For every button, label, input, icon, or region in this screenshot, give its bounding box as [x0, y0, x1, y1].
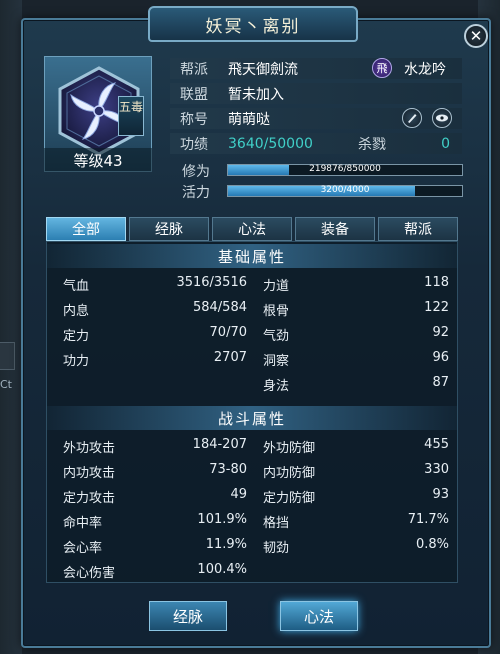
alliance-value: 暂未加入	[228, 86, 284, 103]
tab-equipment[interactable]: 装备	[295, 217, 375, 241]
alliance-row: 联盟 暂未加入	[170, 83, 462, 104]
merit-row: 功绩 3640/50000 杀戮 0	[170, 133, 462, 154]
cultivation-label: 修为	[182, 164, 210, 180]
attributes-content: 基础属性 气血 3516/3516 内息 584/584 定力 70/70 功力…	[46, 241, 458, 583]
stat-value: 87	[432, 375, 449, 390]
stat-value: 96	[432, 350, 449, 365]
vitality-bar: 3200/4000	[227, 185, 463, 197]
school-badge: 五毒	[118, 96, 144, 136]
title-label: 称号	[180, 111, 208, 128]
mind-skills-button[interactable]: 心法	[280, 601, 358, 631]
combat-attributes-title: 战斗属性	[47, 406, 457, 430]
title-value: 萌萌哒	[228, 111, 270, 128]
stat-name: 气血	[63, 279, 90, 294]
guild-label: 帮派	[180, 61, 208, 78]
merit-label: 功绩	[180, 136, 208, 153]
kill-value: 0	[441, 135, 450, 152]
stat-value: 122	[424, 300, 449, 315]
guild-row: 帮派 飛天御劍流 水龙吟	[170, 58, 462, 79]
meridians-button[interactable]: 经脉	[149, 601, 227, 631]
background-left-edge	[0, 0, 22, 654]
stat-name: 洞察	[263, 354, 290, 369]
stat-value: 0.8%	[415, 537, 449, 552]
stat-value: 93	[432, 487, 449, 502]
tab-all[interactable]: 全部	[46, 217, 126, 241]
stat-value: 455	[424, 437, 449, 452]
stat-value: 330	[424, 462, 449, 477]
guild-extra-value: 水龙吟	[404, 61, 446, 78]
eye-icon	[436, 114, 448, 122]
stat-name: 定力攻击	[63, 491, 116, 506]
stat-value: 2707	[213, 350, 247, 365]
stat-value: 73-80	[209, 462, 247, 477]
background-widget	[0, 342, 15, 370]
stat-name: 力道	[263, 279, 290, 294]
stat-name: 命中率	[63, 516, 103, 531]
window-title: 妖冥丶离别	[148, 6, 358, 42]
stat-value: 118	[424, 275, 449, 290]
stat-name: 韧劲	[263, 541, 290, 556]
kill-label: 杀戮	[358, 136, 386, 153]
stat-value: 11.9%	[205, 537, 247, 552]
stat-name: 功力	[63, 354, 90, 369]
faction-icon: 飛	[372, 58, 392, 78]
level-label: 等级43	[44, 148, 152, 172]
stat-value: 70/70	[209, 325, 247, 340]
tab-bar: 全部 经脉 心法 装备 帮派	[46, 217, 458, 241]
stat-name: 气劲	[263, 329, 290, 344]
background-text: Ct	[0, 378, 12, 391]
guild-value: 飛天御劍流	[228, 61, 298, 78]
stat-name: 内功防御	[263, 466, 316, 481]
stat-name: 定力防御	[263, 491, 316, 506]
stat-name: 外功防御	[263, 441, 316, 456]
cultivation-bar: 219876/850000	[227, 164, 463, 176]
stat-name: 身法	[263, 379, 290, 394]
stat-value: 184-207	[192, 437, 247, 452]
title-list-button[interactable]	[432, 108, 452, 128]
basic-attributes-title: 基础属性	[47, 244, 457, 268]
stat-value: 100.4%	[197, 562, 247, 577]
stat-name: 外功攻击	[63, 441, 116, 456]
stat-name: 根骨	[263, 304, 290, 319]
close-icon: ✕	[469, 26, 483, 45]
stat-value: 584/584	[192, 300, 247, 315]
alliance-label: 联盟	[180, 86, 208, 103]
pen-icon	[408, 114, 417, 123]
cultivation-value: 219876/850000	[309, 164, 381, 174]
vitality-value: 3200/4000	[320, 185, 370, 195]
stat-value: 71.7%	[407, 512, 449, 527]
stat-value: 49	[230, 487, 247, 502]
stat-name: 会心率	[63, 541, 103, 556]
edit-title-button[interactable]	[402, 108, 422, 128]
tab-mind-skills[interactable]: 心法	[212, 217, 292, 241]
stat-name: 内功攻击	[63, 466, 116, 481]
stat-name: 内息	[63, 304, 90, 319]
stat-name: 格挡	[263, 516, 290, 531]
stat-value: 92	[432, 325, 449, 340]
tab-meridians[interactable]: 经脉	[129, 217, 209, 241]
merit-value: 3640/50000	[228, 135, 313, 152]
stat-value: 3516/3516	[176, 275, 247, 290]
stat-name: 定力	[63, 329, 90, 344]
close-button[interactable]: ✕	[464, 24, 488, 48]
stat-name: 会心伤害	[63, 566, 116, 581]
tab-guild[interactable]: 帮派	[378, 217, 458, 241]
vitality-label: 活力	[182, 185, 210, 201]
stat-value: 101.9%	[197, 512, 247, 527]
